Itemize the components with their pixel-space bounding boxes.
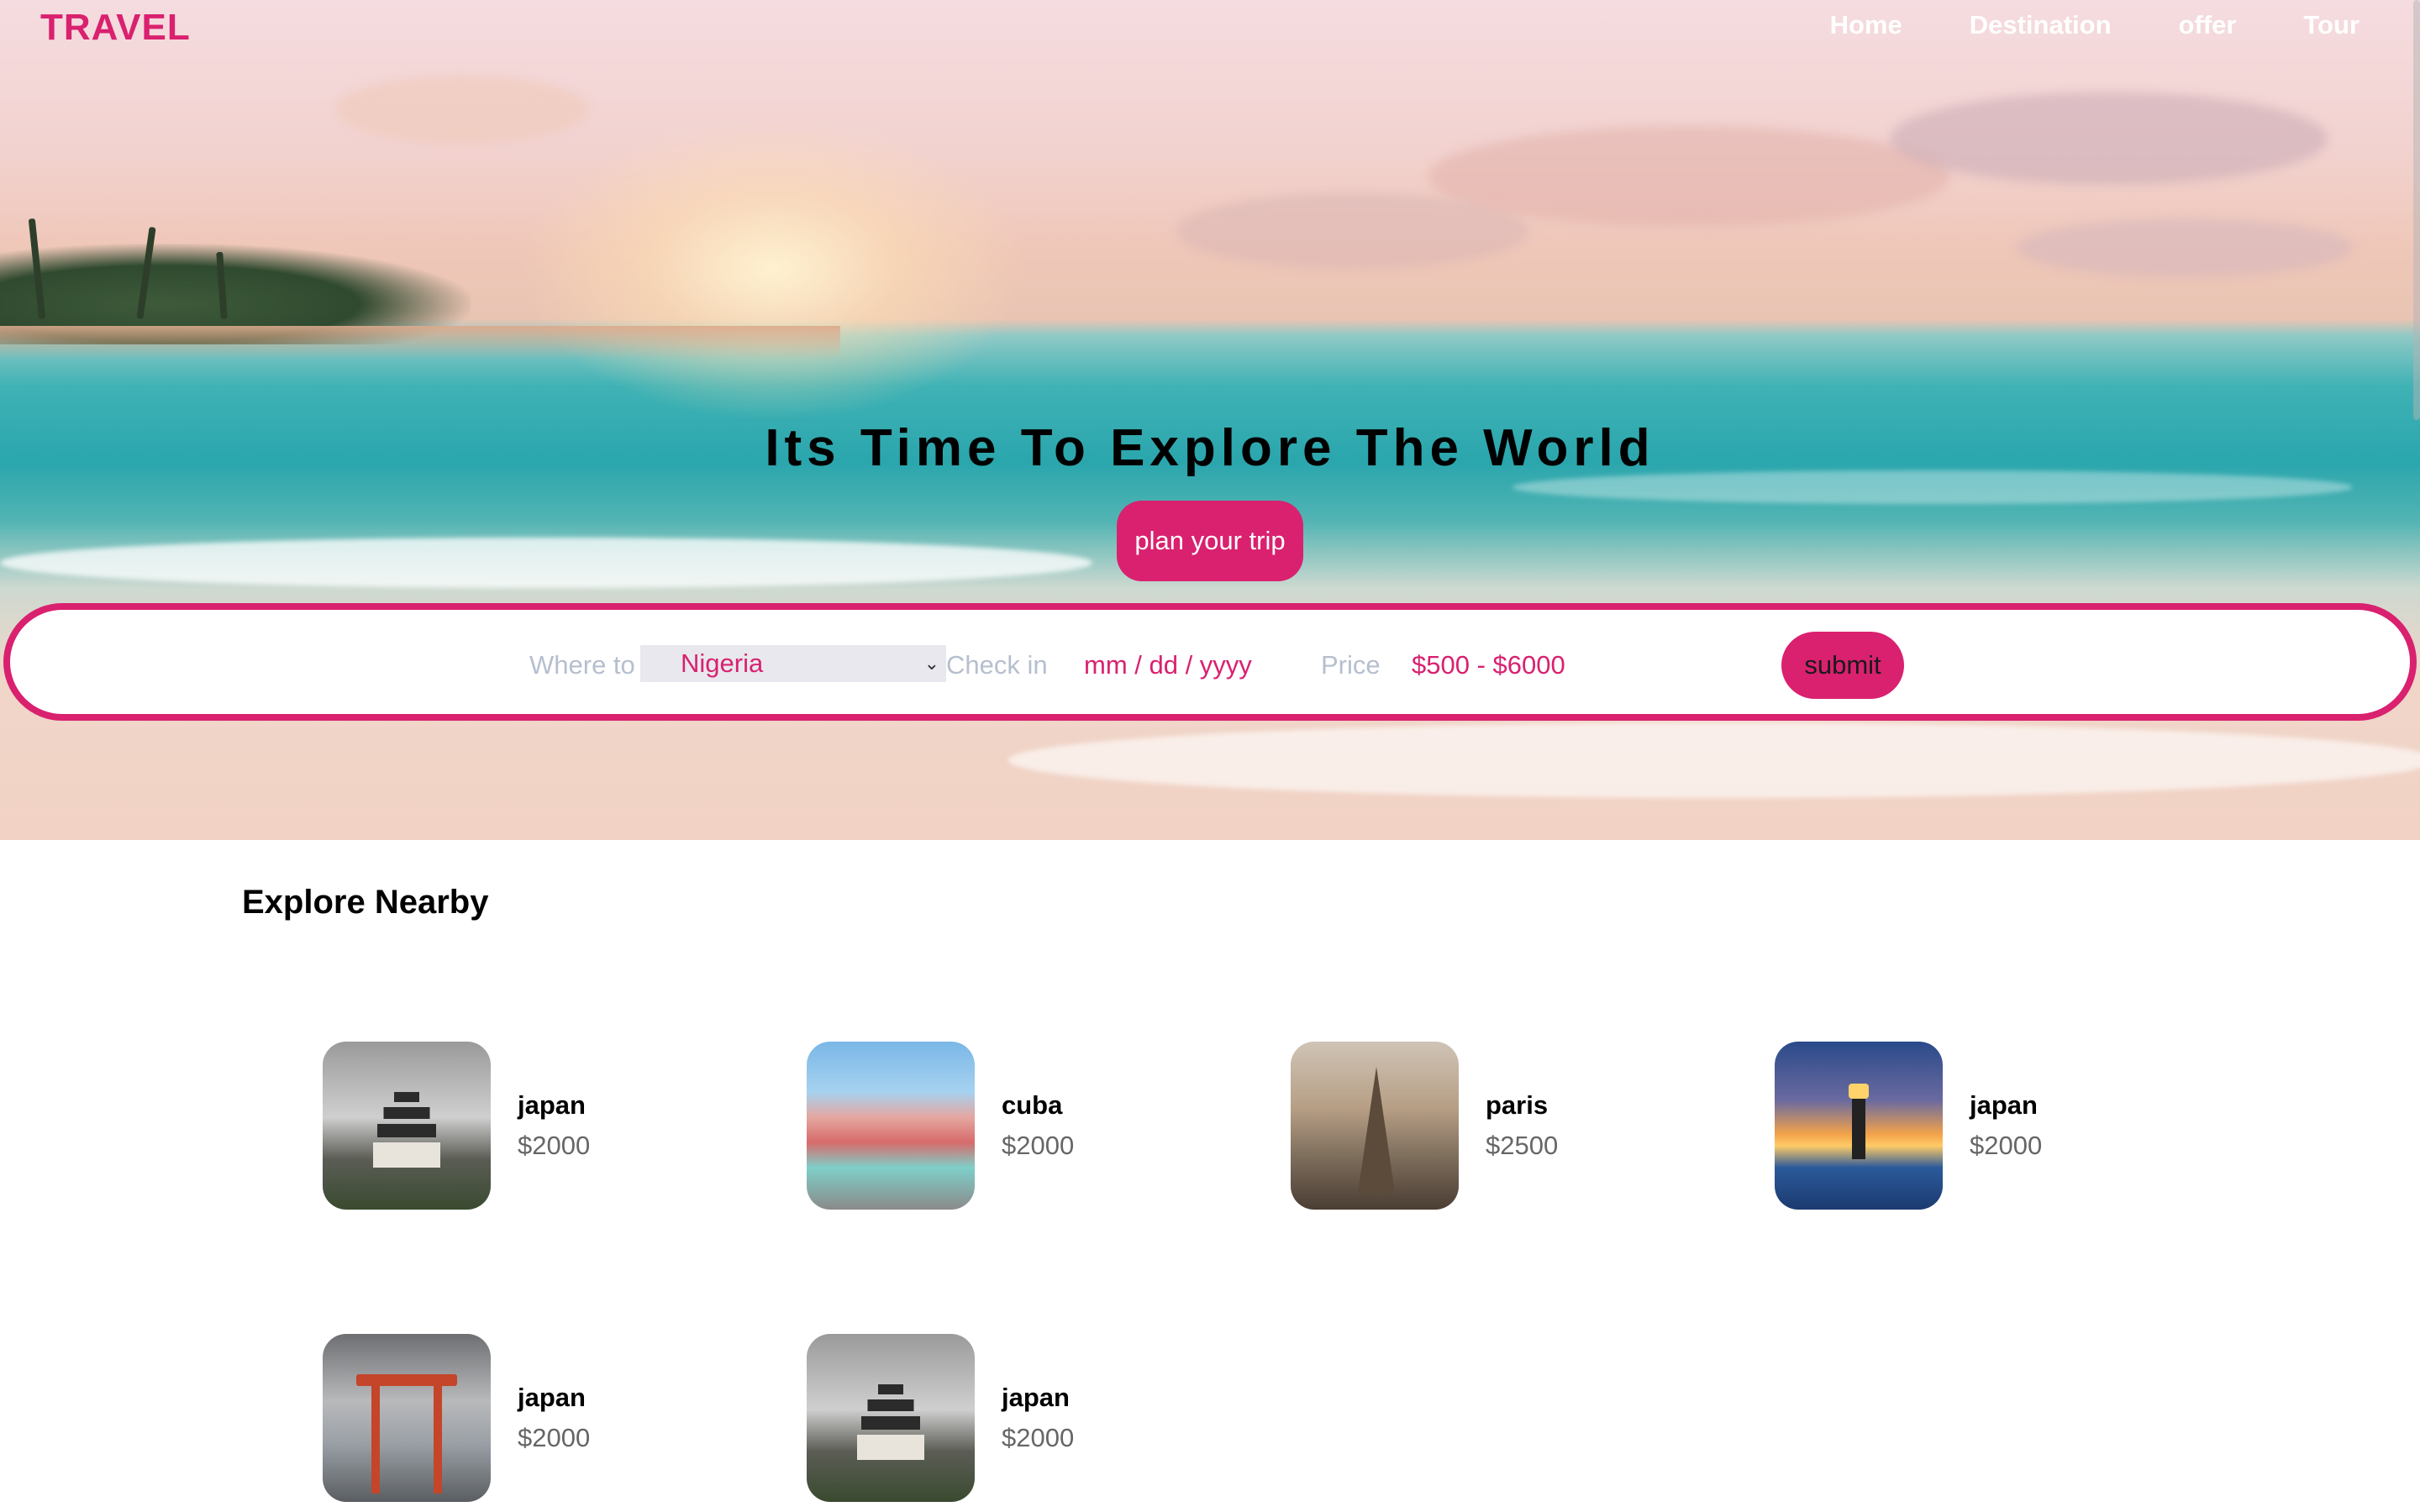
where-label: Where to <box>529 650 635 680</box>
card-name: japan <box>1002 1383 1070 1412</box>
checkin-date-input[interactable]: mm / dd / yyyy <box>1084 650 1252 680</box>
lighthouse-lamp <box>1849 1084 1869 1099</box>
eiffel-image <box>1291 1042 1459 1210</box>
cloud <box>1176 193 1529 269</box>
plan-trip-button[interactable]: plan your trip <box>1117 501 1303 581</box>
card-price: $2000 <box>518 1423 591 1452</box>
destination-card[interactable]: japan $2000 <box>807 1334 1160 1502</box>
cloud <box>1891 92 2328 185</box>
page-scrollbar[interactable] <box>2413 0 2420 420</box>
destination-card[interactable]: paris $2500 <box>1291 1042 1644 1210</box>
nav-destination[interactable]: Destination <box>1970 10 2112 40</box>
castle-image <box>323 1042 491 1210</box>
destination-select[interactable]: Nigeria ⌄ <box>640 645 946 682</box>
lighthouse-shape <box>1852 1092 1865 1159</box>
submit-button[interactable]: submit <box>1781 632 1904 699</box>
wave-foam <box>0 538 1092 588</box>
card-name: japan <box>518 1383 586 1412</box>
hero-headline: Its Time To Explore The World <box>765 419 1655 477</box>
section-title: Explore Nearby <box>242 884 489 921</box>
price-range-value[interactable]: $500 - $6000 <box>1412 650 1565 680</box>
cloud <box>2017 218 2353 277</box>
destination-card[interactable]: cuba $2000 <box>807 1042 1160 1210</box>
card-price: $2000 <box>518 1131 591 1160</box>
chevron-down-icon: ⌄ <box>923 653 939 674</box>
card-price: $2000 <box>1002 1131 1075 1160</box>
card-price: $2500 <box>1486 1131 1559 1160</box>
lighthouse-image <box>1775 1042 1943 1210</box>
torii-post <box>371 1376 380 1494</box>
card-name: paris <box>1486 1090 1549 1120</box>
nav-tour[interactable]: Tour <box>2303 10 2360 40</box>
destination-card[interactable]: japan $2000 <box>1775 1042 2128 1210</box>
destination-card[interactable]: japan $2000 <box>323 1042 676 1210</box>
brand-logo[interactable]: TRAVEL <box>40 7 191 49</box>
nav-home[interactable]: Home <box>1830 10 1902 40</box>
checkin-label: Check in <box>946 650 1048 680</box>
torii-image <box>323 1334 491 1502</box>
shoreline <box>0 326 840 360</box>
card-price: $2000 <box>1002 1423 1075 1452</box>
card-name: japan <box>518 1090 586 1120</box>
wave-foam <box>1008 722 2420 798</box>
street-image <box>807 1042 975 1210</box>
eiffel-tower-shape <box>1358 1067 1395 1193</box>
destination-card[interactable]: japan $2000 <box>323 1334 676 1502</box>
card-price: $2000 <box>1970 1131 2043 1160</box>
torii-post <box>434 1376 442 1494</box>
cloud <box>336 76 588 143</box>
nav-offer[interactable]: offer <box>2179 10 2237 40</box>
pagoda-shape <box>373 1092 440 1168</box>
card-name: cuba <box>1002 1090 1063 1120</box>
pagoda-shape <box>857 1384 924 1460</box>
search-bar: Where to Nigeria ⌄ Check in mm / dd / yy… <box>3 603 2417 721</box>
destination-value: Nigeria <box>681 648 764 678</box>
price-label: Price <box>1321 650 1381 680</box>
main-nav: Home Destination offer Tour <box>1763 10 2360 40</box>
card-name: japan <box>1970 1090 2038 1120</box>
sun-glow <box>521 118 1025 420</box>
castle-image <box>807 1334 975 1502</box>
